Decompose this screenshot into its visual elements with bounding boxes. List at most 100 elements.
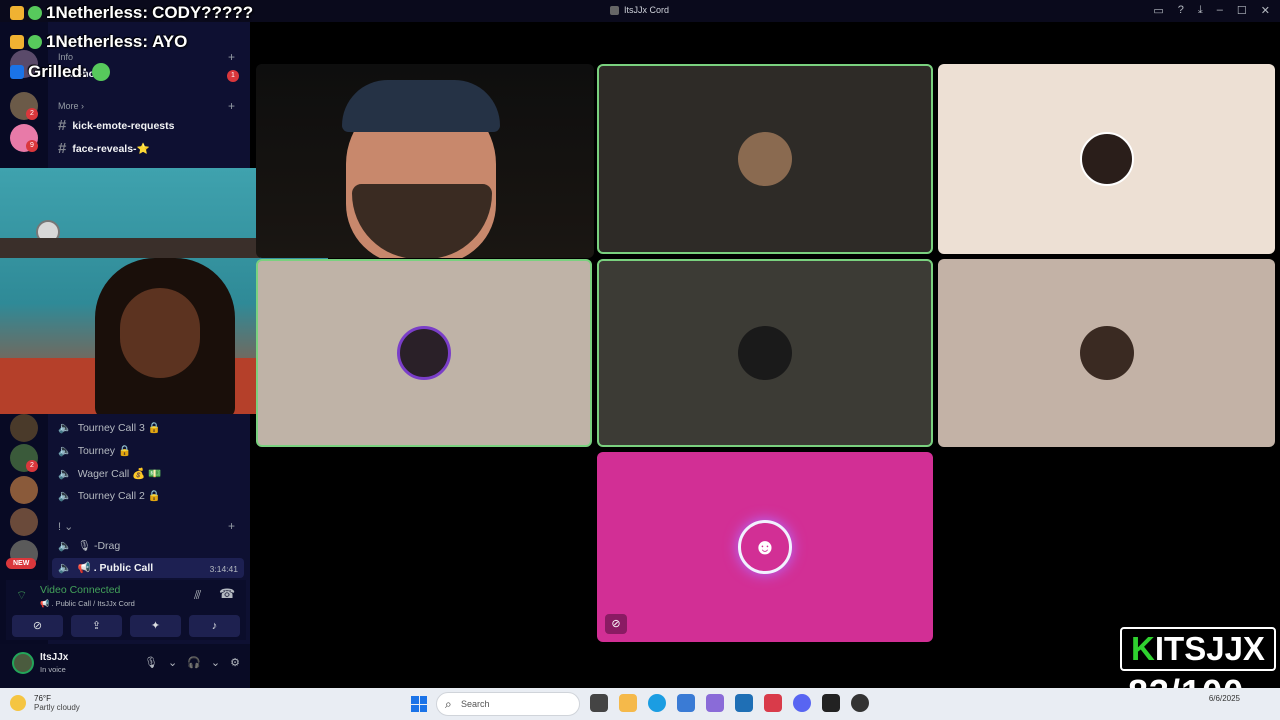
channel-label: Tourney Call 3 🔒 (77, 422, 161, 434)
channel-label: Wager Call 💰 💵 (77, 468, 162, 480)
window-title: ItsJJx Cord (610, 5, 669, 15)
maximize-button[interactable]: ☐ (1237, 4, 1247, 17)
add-channel-icon[interactable]: + (228, 99, 235, 113)
connection-signal-icon[interactable]: ⌔ (16, 588, 27, 603)
speaker-icon: 🔈 (58, 562, 72, 574)
voice-action-buttons: ⊘ ⇪ ✦ ♪ (12, 615, 240, 637)
window-title-text: ItsJJx Cord (624, 5, 670, 15)
chevron-down-icon[interactable]: ⌄ (168, 656, 177, 669)
inbox-icon[interactable]: ▭ (1153, 4, 1163, 17)
system-date: 6/6/2025 (1208, 694, 1240, 703)
chat-text: AYO (152, 32, 188, 51)
app-icon[interactable] (677, 694, 695, 712)
camera-off-button[interactable]: ⊘ (12, 615, 63, 637)
chat-user: 1Netherless: (46, 32, 149, 51)
file-explorer-icon[interactable] (619, 694, 637, 712)
app-icon[interactable] (764, 694, 782, 712)
participant-tile[interactable] (938, 259, 1275, 447)
epic-games-icon[interactable] (822, 694, 840, 712)
channel-face-reveals[interactable]: # face-reveals-⭐ (58, 140, 150, 157)
participant-avatar (1079, 132, 1134, 186)
task-view-icon[interactable] (590, 694, 608, 712)
logo-k: K (1131, 630, 1155, 667)
server-avatar[interactable] (10, 414, 38, 442)
system-clock[interactable]: 6/6/2025 (1209, 694, 1240, 703)
streamer-logo: KITSJJX (1120, 627, 1276, 671)
participant-avatar (738, 132, 792, 186)
discord-logo-icon: ☻ (738, 520, 792, 574)
chat-message: 1Netherless: CODY????? (10, 3, 253, 23)
category-more[interactable]: More › (58, 101, 84, 111)
chat-user: 1Netherless: (46, 3, 149, 22)
add-channel-icon[interactable]: + (228, 519, 235, 533)
help-icon[interactable]: ? (1178, 4, 1184, 17)
participant-tile[interactable]: ☻ ⊘ (597, 452, 933, 642)
window-controls: ▭ ? ⤓ – ☐ ✕ (1153, 4, 1270, 17)
badge-icon (28, 6, 42, 20)
badge-icon (10, 65, 24, 79)
category-info[interactable]: Info (58, 52, 73, 62)
user-name[interactable]: ItsJJx (40, 652, 68, 663)
disconnect-icon[interactable]: ☎ (219, 586, 235, 602)
speaker-icon: 🔈 (58, 445, 72, 457)
search-placeholder: Search (461, 699, 490, 709)
store-icon[interactable] (735, 694, 753, 712)
participant-avatar (397, 326, 451, 380)
channel-label: face-reveals-⭐ (72, 143, 150, 155)
participant-tile[interactable] (256, 259, 592, 447)
channel-label: 📢 . Public Call (77, 562, 154, 574)
hash-icon: # (58, 117, 67, 134)
shelf (0, 238, 260, 258)
server-avatar[interactable] (10, 476, 38, 504)
channel-kick-emote-requests[interactable]: # kick-emote-requests (58, 117, 174, 134)
headphones-icon[interactable]: 🎧 (187, 656, 201, 669)
user-status: In voice (40, 665, 66, 674)
screen-share-button[interactable]: ⇪ (71, 615, 122, 637)
search-input[interactable]: ⌕ Search (436, 692, 580, 716)
minimize-button[interactable]: – (1217, 4, 1223, 17)
participant-tile[interactable] (597, 64, 933, 254)
microphone-icon[interactable]: 🎙 (144, 656, 158, 669)
logo-name: ITSJJX (1154, 630, 1265, 667)
voice-channel-tourney-call-3[interactable]: 🔈 Tourney Call 3 🔒 (58, 421, 161, 434)
voice-channel-tourney-call-2[interactable]: 🔈 Tourney Call 2 🔒 (58, 489, 161, 502)
unread-badge: 2 (26, 460, 38, 472)
soundboard-button[interactable]: ♪ (189, 615, 240, 637)
participant-avatar (738, 326, 792, 380)
participant-video-tile[interactable] (256, 64, 594, 258)
channel-label: kick-emote-requests (72, 119, 175, 132)
activities-button[interactable]: ✦ (130, 615, 181, 637)
weather-widget[interactable]: 76°F Partly cloudy (10, 694, 80, 712)
noise-suppression-icon[interactable]: ⫻ (194, 588, 201, 603)
connection-status[interactable]: Video Connected (40, 584, 120, 596)
gear-icon[interactable]: ⚙ (230, 656, 240, 669)
voice-channel-tourney[interactable]: 🔈 Tourney 🔒 (58, 444, 131, 457)
voice-channel-public-call[interactable]: 🔈 📢 . Public Call (58, 561, 153, 574)
weather-condition: Partly cloudy (34, 703, 80, 712)
emote-icon (91, 63, 110, 81)
chevron-down-icon[interactable]: ⌄ (211, 656, 220, 669)
unread-badge: 9 (26, 140, 38, 152)
voice-channel-drag[interactable]: 🔈 🎙 -Drag (58, 539, 120, 552)
download-icon[interactable]: ⤓ (1198, 4, 1203, 17)
category-bang[interactable]: ! ⌄ (58, 520, 73, 533)
discord-icon[interactable] (793, 694, 811, 712)
server-avatar[interactable] (10, 508, 38, 536)
close-button[interactable]: ✕ (1261, 4, 1270, 17)
crown-icon (10, 6, 24, 20)
participant-tile[interactable] (597, 259, 933, 447)
app-icon[interactable] (706, 694, 724, 712)
participant-tile[interactable] (938, 64, 1275, 254)
avatar[interactable] (12, 652, 34, 674)
taskbar-apps (590, 694, 869, 712)
windows-start-icon[interactable] (411, 696, 427, 712)
add-channel-icon[interactable]: + (228, 50, 235, 64)
edge-icon[interactable] (648, 694, 666, 712)
speaker-icon: 🔈 (58, 540, 72, 552)
chat-text: CODY????? (152, 3, 254, 22)
hash-icon: # (58, 140, 67, 157)
weather-temp: 76°F (34, 694, 51, 703)
obs-icon[interactable] (851, 694, 869, 712)
voice-channel-wager-call[interactable]: 🔈 Wager Call 💰 💵 (58, 467, 161, 480)
unread-badge: 1 (227, 70, 239, 82)
